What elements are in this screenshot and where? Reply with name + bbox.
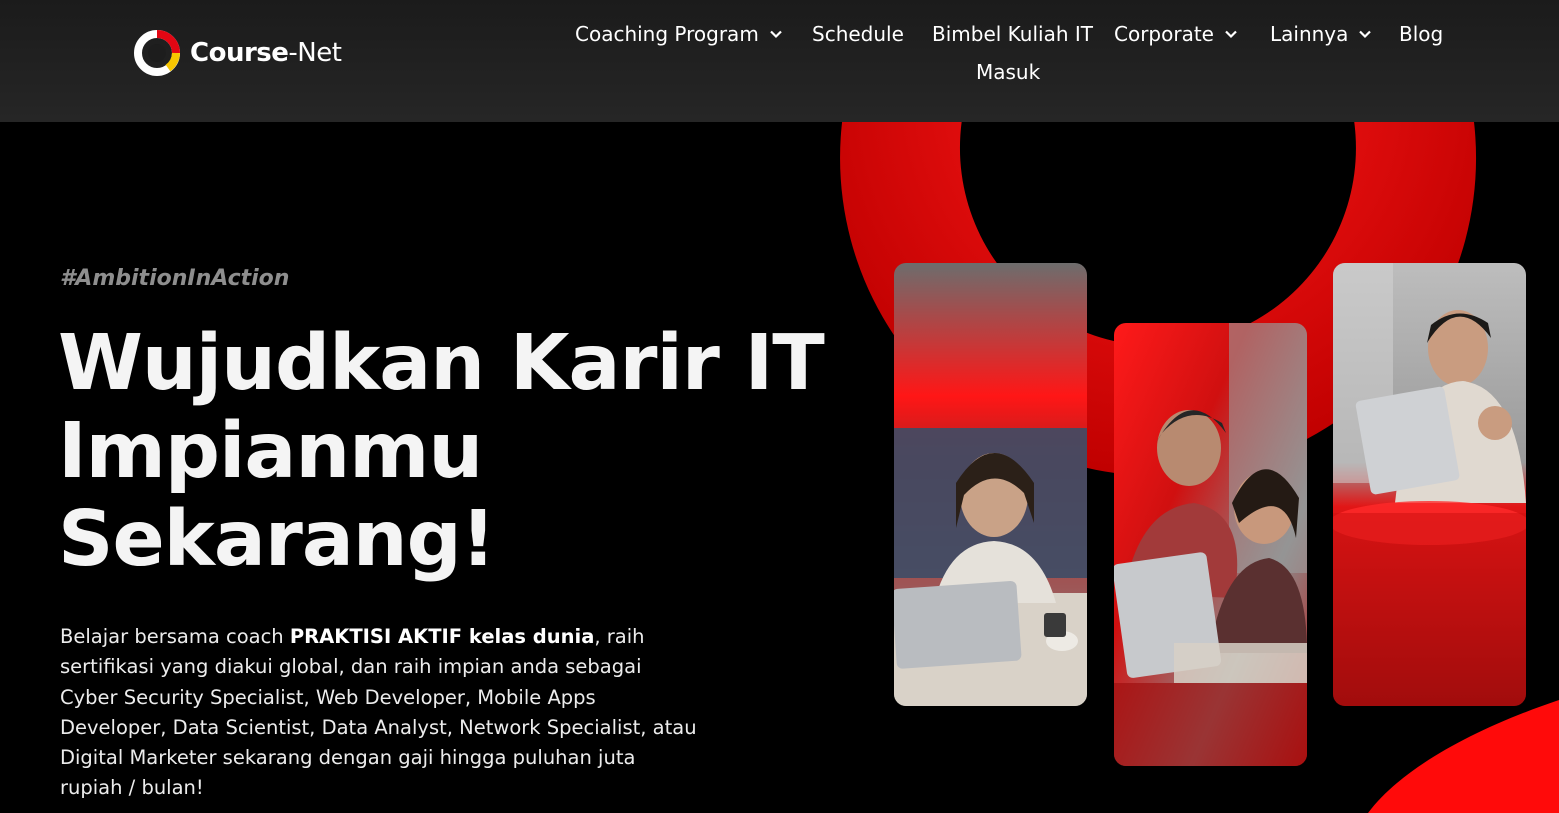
- nav-lainnya[interactable]: Lainnya: [1270, 22, 1372, 46]
- hero-photo-man-celebrating: [1333, 263, 1526, 706]
- nav-corporate-label: Corporate: [1114, 22, 1214, 46]
- nav-coaching-program-label: Coaching Program: [575, 22, 759, 46]
- hero-title-line-2: Impianmu: [58, 407, 483, 496]
- nav-schedule[interactable]: Schedule: [812, 22, 904, 46]
- site-header: Course-Net Coaching Program Schedule Bim…: [0, 0, 1559, 122]
- nav-blog[interactable]: Blog: [1399, 22, 1443, 46]
- chevron-down-icon: [770, 30, 782, 39]
- nav-coaching-program[interactable]: Coaching Program: [575, 22, 783, 46]
- nav-masuk-label: Masuk: [976, 60, 1041, 84]
- brand-logo[interactable]: Course-Net: [130, 26, 342, 80]
- hero-desc-bold: PRAKTISI AKTIF kelas dunia: [289, 625, 595, 648]
- hero-photo-students-laptop: [1114, 323, 1307, 766]
- hero-photo-woman-laptop: [894, 263, 1087, 706]
- nav-bimbel-kuliah-it[interactable]: Bimbel Kuliah IT: [932, 22, 1093, 46]
- nav-corporate[interactable]: Corporate: [1114, 22, 1238, 46]
- hero-title: Wujudkan Karir IT Impianmu Sekarang!: [58, 320, 858, 584]
- nav-blog-label: Blog: [1399, 22, 1444, 46]
- nav-masuk[interactable]: Masuk: [976, 60, 1040, 84]
- brand-name-light: -Net: [288, 38, 342, 68]
- brand-wordmark: Course-Net: [190, 38, 342, 68]
- nav-bimbel-label: Bimbel Kuliah IT: [932, 22, 1093, 46]
- hero-hashtag: #AmbitionInAction: [60, 266, 290, 291]
- chevron-down-icon: [1225, 30, 1237, 39]
- chevron-down-icon: [1359, 30, 1372, 39]
- hero-title-line-1: Wujudkan Karir IT: [58, 319, 825, 408]
- nav-lainnya-label: Lainnya: [1270, 22, 1349, 46]
- course-net-ring-logo-icon: [134, 30, 180, 76]
- hero-desc-rest: , raih sertifikasi yang diakui global, d…: [60, 625, 697, 800]
- hero-description: Belajar bersama coach PRAKTISI AKTIF kel…: [60, 622, 700, 804]
- brand-name-strong: Course: [190, 38, 289, 68]
- hero-desc-start: Belajar bersama coach: [60, 625, 290, 648]
- hero-title-line-3: Sekarang!: [58, 495, 496, 584]
- nav-schedule-label: Schedule: [812, 22, 904, 46]
